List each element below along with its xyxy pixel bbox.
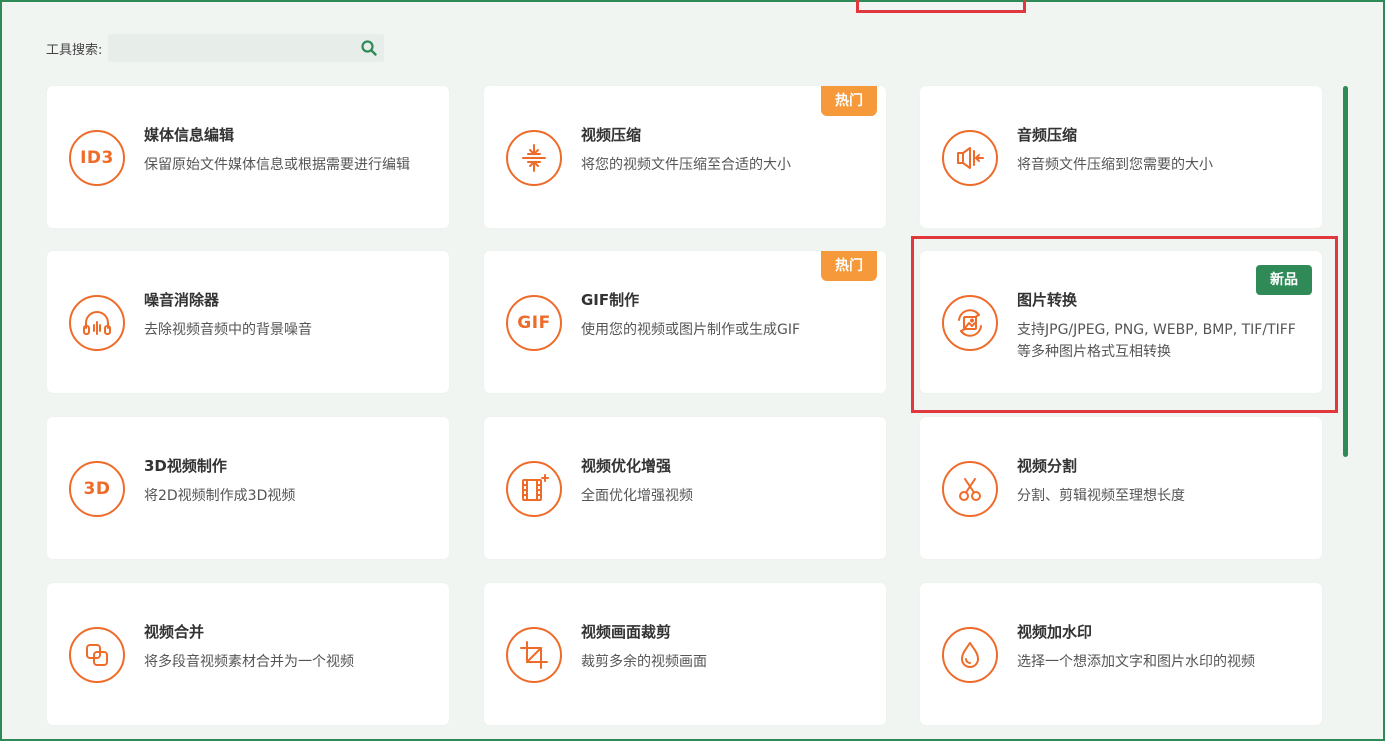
new-badge: 新品	[1256, 265, 1312, 295]
3d-icon: 3D	[69, 461, 125, 517]
tool-title: 视频加水印	[1017, 623, 1093, 641]
tool-title: 视频压缩	[581, 126, 642, 144]
tool-desc: 去除视频音频中的背景噪音	[144, 322, 312, 338]
crop-icon	[506, 627, 562, 683]
tool-title: 噪音消除器	[144, 291, 220, 309]
tool-card-video-crop[interactable]: 视频画面裁剪 裁剪多余的视频画面	[484, 583, 886, 725]
water-drop-icon	[942, 627, 998, 683]
image-convert-icon	[942, 295, 998, 351]
tool-card-video-compress[interactable]: 热门 视频压缩 将您的视频文件压缩至合适的大小	[484, 86, 886, 228]
tool-desc: 分割、剪辑视频至理想长度	[1017, 488, 1185, 504]
tool-title: 音频压缩	[1017, 126, 1078, 144]
tool-card-video-merge[interactable]: 视频合并 将多段音视频素材合并为一个视频	[47, 583, 449, 725]
compress-icon	[506, 130, 562, 186]
tool-card-video-watermark[interactable]: 视频加水印 选择一个想添加文字和图片水印的视频	[920, 583, 1322, 725]
tool-desc: 将多段音视频素材合并为一个视频	[144, 654, 354, 670]
tool-title: 视频优化增强	[581, 457, 672, 475]
tool-search: 工具搜索:	[46, 34, 385, 62]
tool-card-noise-remover[interactable]: 噪音消除器 去除视频音频中的背景噪音	[47, 251, 449, 393]
tool-title: 图片转换	[1017, 291, 1078, 309]
tool-desc: 裁剪多余的视频画面	[581, 654, 707, 670]
search-label: 工具搜索:	[46, 42, 103, 58]
audio-compress-icon	[942, 130, 998, 186]
noise-headphone-icon	[69, 295, 125, 351]
tool-card-media-info[interactable]: ID3 媒体信息编辑 保留原始文件媒体信息或根据需要进行编辑	[47, 86, 449, 228]
tool-card-video-split[interactable]: 视频分割 分割、剪辑视频至理想长度	[920, 417, 1322, 559]
tool-title: GIF制作	[581, 291, 640, 309]
hot-badge: 热门	[821, 86, 877, 116]
film-enhance-icon	[506, 461, 562, 517]
tool-desc: 将2D视频制作成3D视频	[144, 488, 296, 504]
tool-title: 3D视频制作	[144, 457, 227, 475]
tool-desc: 将您的视频文件压缩至合适的大小	[581, 157, 791, 173]
gif-icon: GIF	[506, 295, 562, 351]
search-box[interactable]	[108, 34, 385, 62]
search-icon[interactable]	[360, 39, 378, 57]
tool-card-gif-maker[interactable]: 热门 GIF GIF制作 使用您的视频或图片制作或生成GIF	[484, 251, 886, 393]
tool-card-audio-compress[interactable]: 音频压缩 将音频文件压缩到您需要的大小	[920, 86, 1322, 228]
hot-badge: 热门	[821, 251, 877, 281]
merge-icon	[69, 627, 125, 683]
tool-desc: 使用您的视频或图片制作或生成GIF	[581, 322, 801, 338]
tool-card-image-convert[interactable]: 新品 图片转换 支持JPG/JPEG, PNG, WEBP, BMP, TIF/…	[920, 251, 1322, 393]
tool-desc: 将音频文件压缩到您需要的大小	[1017, 157, 1213, 173]
tool-title: 视频合并	[144, 623, 205, 641]
tool-desc: 保留原始文件媒体信息或根据需要进行编辑	[144, 157, 410, 173]
tool-title: 媒体信息编辑	[144, 126, 235, 144]
tool-title: 视频画面裁剪	[581, 623, 672, 641]
vertical-scrollbar[interactable]	[1343, 86, 1348, 457]
tool-desc: 全面优化增强视频	[581, 488, 693, 504]
top-highlight-box	[856, 0, 1026, 13]
tool-desc: 支持JPG/JPEG, PNG, WEBP, BMP, TIF/TIFF等多种图…	[1017, 322, 1296, 360]
id3-icon: ID3	[69, 130, 125, 186]
search-input[interactable]	[108, 34, 365, 62]
tool-card-video-enhance[interactable]: 视频优化增强 全面优化增强视频	[484, 417, 886, 559]
scissors-icon	[942, 461, 998, 517]
tool-desc: 选择一个想添加文字和图片水印的视频	[1017, 654, 1255, 670]
tool-title: 视频分割	[1017, 457, 1078, 475]
tool-card-3d-video[interactable]: 3D 3D视频制作 将2D视频制作成3D视频	[47, 417, 449, 559]
